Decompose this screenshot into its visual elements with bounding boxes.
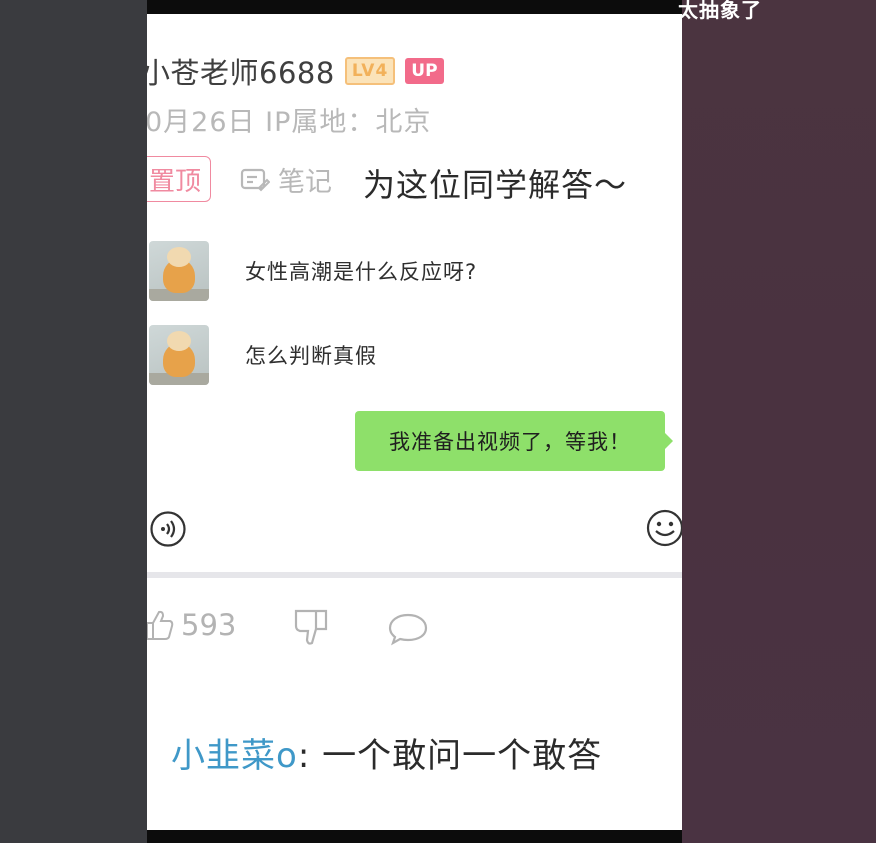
bottom-black-strip: [147, 830, 682, 843]
pinned-tag: 置顶: [147, 156, 211, 202]
chat-message-text: 怎么判断真假: [245, 344, 377, 368]
post-meta: 0月26日 IP属地：北京: [147, 107, 432, 138]
level-badge: LV4: [344, 57, 396, 85]
note-label: 笔记: [278, 167, 332, 198]
comment-row: 小韭菜o: 一个敢问一个敢答: [171, 728, 602, 777]
top-black-strip: [147, 0, 682, 14]
post-actions: 593 小韭菜o: 一个敢问一个敢答: [147, 578, 682, 830]
voice-icon[interactable]: [149, 510, 187, 548]
comment-icon[interactable]: [387, 612, 429, 646]
right-background-panel: [682, 0, 876, 843]
chat-message-text: 女性高潮是什么反应呀?: [245, 260, 478, 284]
note-tag: 笔记: [240, 160, 332, 199]
post-card: 小苍老师6688 LV4 UP 0月26日 IP属地：北京 置顶 笔记 为这位同…: [147, 14, 682, 574]
like-count: 593: [181, 608, 237, 642]
author-name[interactable]: 小苍老师6688: [147, 50, 335, 92]
comment-separator: :: [297, 736, 323, 776]
author-row: 小苍老师6688 LV4 UP: [147, 50, 444, 92]
avatar: [149, 325, 209, 385]
thumbs-up-icon: [147, 610, 174, 640]
comment-author[interactable]: 小韭菜o: [171, 736, 298, 776]
chat-message-2: 怎么判断真假: [149, 325, 377, 385]
note-icon: [240, 168, 270, 191]
up-badge: UP: [405, 58, 444, 84]
left-background-panel: [0, 0, 147, 843]
post-title: 为这位同学解答～: [363, 166, 628, 204]
chat-message-1: 女性高潮是什么反应呀?: [149, 241, 477, 301]
comment-text: 一个敢问一个敢答: [322, 736, 603, 776]
like-button[interactable]: 593: [147, 608, 236, 642]
emoji-icon[interactable]: [645, 508, 682, 548]
video-overlay-caption: 太抽象了: [678, 0, 762, 22]
avatar: [149, 241, 209, 301]
thumbs-down-icon[interactable]: [292, 607, 332, 649]
chat-reply-bubble: 我准备出视频了，等我！: [355, 411, 673, 471]
